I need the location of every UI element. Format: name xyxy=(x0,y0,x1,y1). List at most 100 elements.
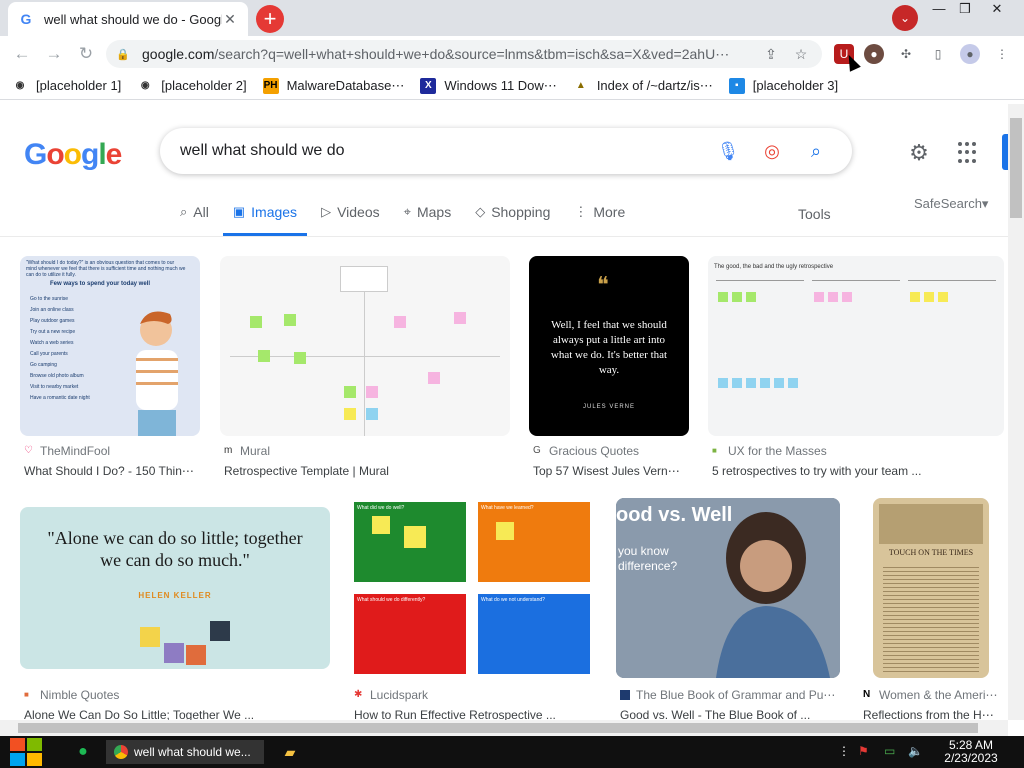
result-source[interactable]: The Blue Book of Grammar and Pu⋯ xyxy=(620,688,835,702)
flag-icon[interactable]: ⚑ xyxy=(858,744,869,758)
n-logo-icon: N xyxy=(863,689,871,700)
start-windows-icon[interactable] xyxy=(8,738,44,766)
image-icon: ▣ xyxy=(232,204,246,219)
thumb-author: JULES VERNE xyxy=(582,404,635,410)
result-thumbnail[interactable]: ood vs. Well you know difference? xyxy=(616,498,840,678)
image-result-card[interactable]: ❝ Well, I feel that we should always put… xyxy=(529,256,689,486)
microphone-icon[interactable]: 🎙 xyxy=(712,141,744,162)
forward-arrow-icon[interactable]: → xyxy=(42,42,66,66)
tab-videos[interactable]: ▷ Videos xyxy=(311,196,390,236)
menu-kebab-icon[interactable]: ⋮ xyxy=(992,44,1012,64)
image-result-card[interactable]: The good, the bad and the ugly retrospec… xyxy=(708,256,1004,486)
google-logo[interactable]: Google xyxy=(24,138,122,172)
image-result-card[interactable]: "Alone we can do so little; together we … xyxy=(20,498,330,720)
bookmark-item[interactable]: ▪ [placeholder 3] xyxy=(728,77,838,94)
site-icon: ▪ xyxy=(728,77,745,94)
search-icon[interactable]: ⌕ xyxy=(800,141,832,162)
result-title[interactable]: How to Run Effective Retrospective ... xyxy=(354,708,594,720)
thumb-subheading: you know difference? xyxy=(618,544,678,573)
tab-more[interactable]: ⋮ More xyxy=(564,196,635,236)
puzzle-extensions-icon[interactable]: ✣ xyxy=(896,44,916,64)
bookmark-item[interactable]: ▲ Index of /~dartz/is⋯ xyxy=(573,78,713,94)
extension-avatar-icon[interactable]: ● xyxy=(864,44,884,64)
side-panel-icon[interactable]: ▯ xyxy=(928,44,948,64)
tab-search-chevron-icon[interactable]: ⌄ xyxy=(892,5,918,31)
result-title[interactable]: Top 57 Wisest Jules Vern⋯ xyxy=(533,464,689,478)
bookmark-item[interactable]: ◉ [placeholder 1] xyxy=(12,78,122,94)
result-thumbnail[interactable]: ❝ Well, I feel that we should always put… xyxy=(529,256,689,436)
result-source[interactable]: ♡ TheMindFool xyxy=(24,444,110,458)
result-source[interactable]: G Gracious Quotes xyxy=(533,444,639,458)
vertical-scrollbar-thumb[interactable] xyxy=(1010,118,1022,218)
reload-icon[interactable]: ↻ xyxy=(74,42,98,66)
new-tab-button[interactable]: + xyxy=(256,5,284,33)
tray-overflow-icon[interactable]: ⋮ xyxy=(838,744,850,758)
x-icon: X xyxy=(420,77,437,94)
tab-shopping[interactable]: ◇ Shopping xyxy=(465,196,560,236)
result-title[interactable]: What Should I Do? - 150 Thin⋯ xyxy=(24,464,200,478)
file-explorer-icon[interactable]: ▰ xyxy=(280,740,300,764)
tab-all[interactable]: ⌕ All xyxy=(170,196,219,236)
folder-icon: ▲ xyxy=(575,79,586,91)
result-title[interactable]: Reflections from the H⋯ xyxy=(863,708,1004,720)
thumb-quote: "Alone we can do so little; together we … xyxy=(47,528,303,570)
result-thumbnail[interactable] xyxy=(220,256,510,436)
lucidspark-star-icon: ✱ xyxy=(354,689,363,700)
search-input[interactable]: well what should we do xyxy=(180,142,700,160)
volume-icon[interactable]: 🔈 xyxy=(908,744,923,758)
image-result-card[interactable]: ood vs. Well you know difference? The Bl… xyxy=(616,498,840,720)
result-title[interactable]: Retrospective Template | Mural xyxy=(224,464,510,478)
result-source[interactable]: ■ Nimble Quotes xyxy=(24,688,119,702)
result-source[interactable]: m Mural xyxy=(224,444,270,458)
result-thumbnail[interactable]: The good, the bad and the ugly retrospec… xyxy=(708,256,1004,436)
system-clock[interactable]: 5:28 AM 2/23/2023 xyxy=(940,739,1002,765)
search-box[interactable]: well what should we do 🎙 ◎ ⌕ xyxy=(160,128,852,174)
tab-strip: G well what should we do - Google ✕ + ⌄ … xyxy=(0,0,1024,36)
address-url: google.com/search?q=well+what+should+we+… xyxy=(142,45,730,62)
result-source[interactable]: ✱ Lucidspark xyxy=(354,688,428,702)
result-source[interactable]: N Women & the Ameri⋯ xyxy=(863,688,998,702)
profile-icon[interactable]: ● xyxy=(960,44,980,64)
bookmarks-bar: ◉ [placeholder 1] ◉ [placeholder 2] PH Malw… xyxy=(0,72,1024,100)
bookmark-star-icon[interactable]: ☆ xyxy=(790,46,812,63)
address-bar[interactable]: 🔒 google.com/search?q=well+what+should+w… xyxy=(106,40,822,68)
tab-images[interactable]: ▣ Images xyxy=(222,196,308,236)
image-result-card[interactable]: TOUCH ON THE TIMES N Women & the Ameri⋯ R… xyxy=(859,498,1004,720)
tools-button[interactable]: Tools xyxy=(798,206,831,222)
tab-maps[interactable]: ⌖ Maps xyxy=(394,196,462,236)
bookmark-item[interactable]: ◉ [placeholder 2] xyxy=(137,78,247,94)
network-icon[interactable]: ▭ xyxy=(884,744,895,758)
apps-grid-icon[interactable] xyxy=(958,142,980,164)
result-thumbnail[interactable]: “What should I do today?” is an obvious … xyxy=(20,256,200,436)
back-arrow-icon[interactable]: ← xyxy=(10,42,34,66)
horizontal-scrollbar-thumb[interactable] xyxy=(18,723,978,733)
restore-icon[interactable]: ❒ xyxy=(950,0,980,20)
g-logo-icon: G xyxy=(533,445,541,456)
bookmark-item[interactable]: X Windows 11 Dow⋯ xyxy=(420,77,557,94)
puzzle-pieces-illustration xyxy=(140,621,230,665)
result-thumbnail[interactable]: What did we do well? What have we learne… xyxy=(350,498,594,678)
nq-logo-icon: ■ xyxy=(24,690,29,699)
tab-close-icon[interactable]: ✕ xyxy=(222,11,238,28)
result-source[interactable]: ■ UX for the Masses xyxy=(712,444,827,458)
image-result-card[interactable]: What did we do well? What have we learne… xyxy=(350,498,594,720)
result-thumbnail[interactable]: "Alone we can do so little; together we … xyxy=(20,507,330,669)
safesearch-button[interactable]: SafeSearch▾ xyxy=(914,196,988,212)
settings-gear-icon[interactable]: ⚙ xyxy=(906,140,932,166)
search-icon: ⌕ xyxy=(180,204,188,219)
taskbar-chrome-window[interactable]: well what should we... xyxy=(106,740,264,764)
bookmark-item[interactable]: PH MalwareDatabase⋯ xyxy=(262,77,404,94)
image-result-card[interactable]: “What should I do today?” is an obvious … xyxy=(20,256,200,486)
thumb-heading: ood vs. Well xyxy=(616,504,733,526)
camera-lens-icon[interactable]: ◎ xyxy=(756,141,788,162)
share-icon[interactable]: ⇪ xyxy=(760,46,782,63)
result-title[interactable]: 5 retrospectives to try with your team .… xyxy=(712,464,1004,478)
result-thumbnail[interactable]: TOUCH ON THE TIMES xyxy=(873,498,989,678)
result-title[interactable]: Alone We Can Do So Little; Together We .… xyxy=(24,708,330,720)
mural-logo-icon: m xyxy=(224,445,233,456)
close-window-icon[interactable]: ✕ xyxy=(982,0,1012,20)
browser-tab-active[interactable]: G well what should we do - Google ✕ xyxy=(8,2,248,36)
image-result-card[interactable]: m Mural Retrospective Template | Mural xyxy=(220,256,510,486)
result-title[interactable]: Good vs. Well - The Blue Book of ... xyxy=(620,708,840,720)
spotify-icon[interactable]: ● xyxy=(72,740,94,764)
